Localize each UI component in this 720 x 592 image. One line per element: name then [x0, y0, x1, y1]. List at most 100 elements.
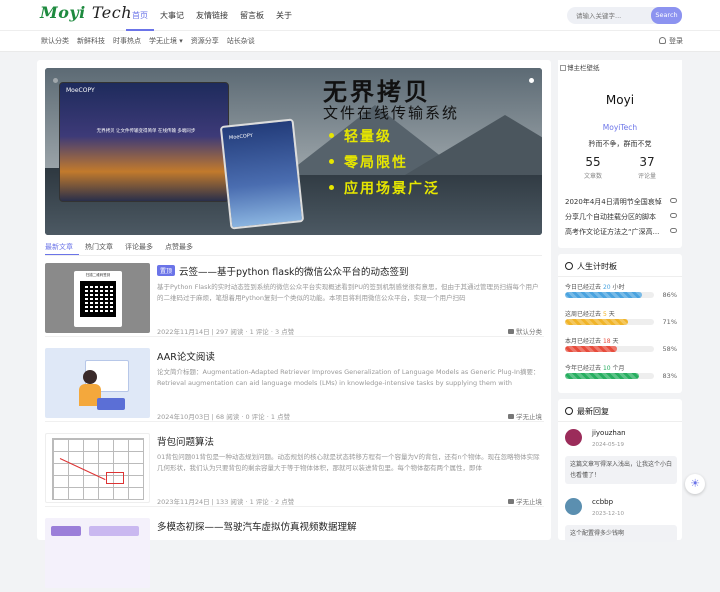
post-thumbnail[interactable]: [45, 348, 150, 418]
post-meta: 2022年11月14日 | 297 阅读 · 1 评论 · 3 点赞: [157, 328, 295, 336]
post-category-link[interactable]: 学无止境: [508, 496, 542, 506]
post-category-link[interactable]: 学无止境: [508, 411, 542, 421]
timer-label: 今年已经过去 10 个月: [565, 363, 677, 372]
progress-percent: 71%: [662, 318, 677, 326]
login-link[interactable]: 登录: [659, 31, 683, 52]
banner-card-text: 无界拷贝 让文件传输变得简单 在线传输 多端同步: [96, 129, 196, 134]
reply-body: 这个配置得多少钱啊: [565, 525, 677, 542]
illustration-laptop: [97, 398, 125, 410]
carousel-next-dot[interactable]: [529, 78, 534, 83]
post-excerpt: 基于Python Flask的实时动态签到系统的微信公众平台实现概述看到PU的签…: [157, 283, 539, 302]
category-study[interactable]: 学无止境 ▾: [145, 31, 187, 52]
timer-unit: 天: [608, 311, 615, 318]
post-title[interactable]: 多模态初探——驾驶汽车虚拟仿真视频数据理解: [157, 519, 357, 533]
post-title[interactable]: 置顶 云签——基于python flask的微信公众平台的动态签到: [157, 264, 409, 278]
progress-bar: [565, 373, 654, 379]
main-content: MoeCOPY 无界拷贝 让文件传输变得简单 在线传输 多端同步 MoeCOPY…: [37, 60, 551, 588]
post-title[interactable]: AAR论文阅读: [157, 349, 215, 363]
category-resources[interactable]: 资源分享: [187, 31, 223, 52]
stat-comments-count: 37: [639, 155, 655, 169]
search-box: Search: [567, 7, 682, 24]
illustration-person: [83, 370, 97, 384]
post-likes: 2 点赞: [275, 498, 295, 506]
category-tech[interactable]: 新鲜科技: [73, 31, 109, 52]
carousel-prev-dot[interactable]: [53, 78, 58, 83]
folder-icon: [508, 329, 514, 334]
banner-mountain: [405, 115, 542, 175]
post-date: 2023年11月24日: [157, 498, 210, 506]
broken-image-icon: [560, 65, 566, 71]
nav-item-timeline[interactable]: 大事记: [154, 0, 190, 31]
diagram-block: [51, 526, 81, 536]
post-meta: 2023年11月24日 | 133 阅读 · 1 评论 · 2 点赞: [157, 498, 295, 506]
timer-value: 18: [602, 338, 611, 345]
pinned-badge: 置顶: [157, 265, 176, 276]
tab-most-likes[interactable]: 点赞最多: [165, 240, 199, 255]
site-logo[interactable]: Moyi Tech: [40, 3, 132, 22]
post-comments: 0 评论: [245, 413, 265, 421]
nav-item-links[interactable]: 友情链接: [190, 0, 234, 31]
tab-hot[interactable]: 热门文章: [85, 240, 119, 255]
category-misc[interactable]: 站长杂谈: [223, 31, 259, 52]
timer-label: 本月已经过去 18 天: [565, 336, 677, 345]
profile-link-text: 2020年4月4日清明节全国哀悼: [565, 198, 662, 206]
main-nav: 首页 大事记 友情链接 留言板 关于: [126, 0, 298, 31]
stat-comments: 37 评论量: [616, 155, 678, 180]
diagram-block: [89, 526, 139, 536]
post-comments: 1 评论: [249, 328, 269, 336]
search-button[interactable]: Search: [651, 7, 682, 24]
nav-item-guestbook[interactable]: 留言板: [234, 0, 270, 31]
post-date: 2024年10月03日: [157, 413, 210, 421]
banner-subtitle: 文件在线传输系统: [323, 104, 460, 122]
reply-author: jiyouzhan: [592, 429, 626, 437]
profile-name: Moyi: [605, 93, 635, 107]
replies-title: 最新回复: [577, 407, 609, 416]
profile-link[interactable]: 高考作文论证方法之“广深高...: [565, 227, 677, 237]
post-category-link[interactable]: 默认分类: [508, 326, 542, 336]
latest-replies-card: 最新回复 jiyouzhan 2024-05-19 这篇文章写得深入浅出，让我这…: [558, 399, 682, 542]
profile-link[interactable]: 分享几个自动挂载分区的脚本: [565, 212, 677, 222]
theme-toggle-button[interactable]: ☀: [685, 474, 705, 494]
user-icon: [659, 37, 666, 44]
category-default[interactable]: 默认分类: [37, 31, 73, 52]
profile-nickname[interactable]: MoyiTech: [558, 123, 682, 132]
life-timer-row: 今年已经过去 10 个月 83%: [565, 363, 677, 380]
life-timer-row: 本月已经过去 18 天 58%: [565, 336, 677, 353]
timer-prefix: 这周已经过去: [565, 311, 602, 318]
link-icon: [670, 228, 677, 233]
post-item[interactable]: 扫描二维码签到 置顶 云签——基于python flask的微信公众平台的动态签到…: [45, 257, 544, 337]
progress-fill: [565, 319, 629, 325]
timer-unit: 天: [612, 338, 619, 345]
comment-icon: [565, 407, 573, 415]
post-title[interactable]: 背包问题算法: [157, 434, 214, 448]
post-reads: 297 阅读: [215, 328, 244, 336]
tab-latest[interactable]: 最新文章: [45, 240, 79, 255]
banner-feature: 零局限性: [329, 152, 408, 172]
post-thumbnail[interactable]: 扫描二维码签到: [45, 263, 150, 333]
post-item[interactable]: 多模态初探——驾驶汽车虚拟仿真视频数据理解: [45, 512, 544, 592]
life-timer-row: 这周已经过去 5 天 71%: [565, 309, 677, 326]
post-category: 默认分类: [516, 328, 542, 336]
tab-most-comments[interactable]: 评论最多: [125, 240, 159, 255]
post-item[interactable]: 背包问题算法 01背包问题01背包是一种动态规划问题。动态规划的核心就是状态转移…: [45, 427, 544, 507]
profile-link[interactable]: 2020年4月4日清明节全国哀悼: [565, 197, 677, 207]
search-input[interactable]: [567, 7, 649, 24]
progress-fill: [565, 373, 639, 379]
category-news[interactable]: 时事热点: [109, 31, 145, 52]
timer-unit: 个月: [612, 365, 625, 372]
post-thumbnail[interactable]: [45, 518, 150, 588]
banner-carousel[interactable]: MoeCOPY 无界拷贝 让文件传输变得简单 在线传输 多端同步 MoeCOPY…: [45, 68, 542, 235]
category-bar: 默认分类 新鲜科技 时事热点 学无止境 ▾ 资源分享 站长杂谈 登录: [0, 31, 720, 52]
profile-card: 博主栏壁纸 Moyi MoyiTech 矜而不争，群而不党 55 文章数 37 …: [558, 60, 682, 248]
dp-table-grid: [52, 438, 144, 500]
post-thumbnail[interactable]: [45, 433, 150, 503]
nav-item-home[interactable]: 首页: [126, 0, 154, 31]
profile-link-text: 分享几个自动挂载分区的脚本: [565, 213, 656, 221]
banner-feature: 轻量级: [329, 126, 392, 146]
stat-articles-count: 55: [585, 155, 601, 169]
timer-value: 5: [602, 311, 607, 318]
graduation-cap-icon: [508, 499, 514, 504]
nav-item-about[interactable]: 关于: [270, 0, 298, 31]
post-item[interactable]: AAR论文阅读 论文简介标题：Augmentation-Adapted Retr…: [45, 342, 544, 422]
life-timer-header: 人生计时板: [565, 261, 617, 272]
